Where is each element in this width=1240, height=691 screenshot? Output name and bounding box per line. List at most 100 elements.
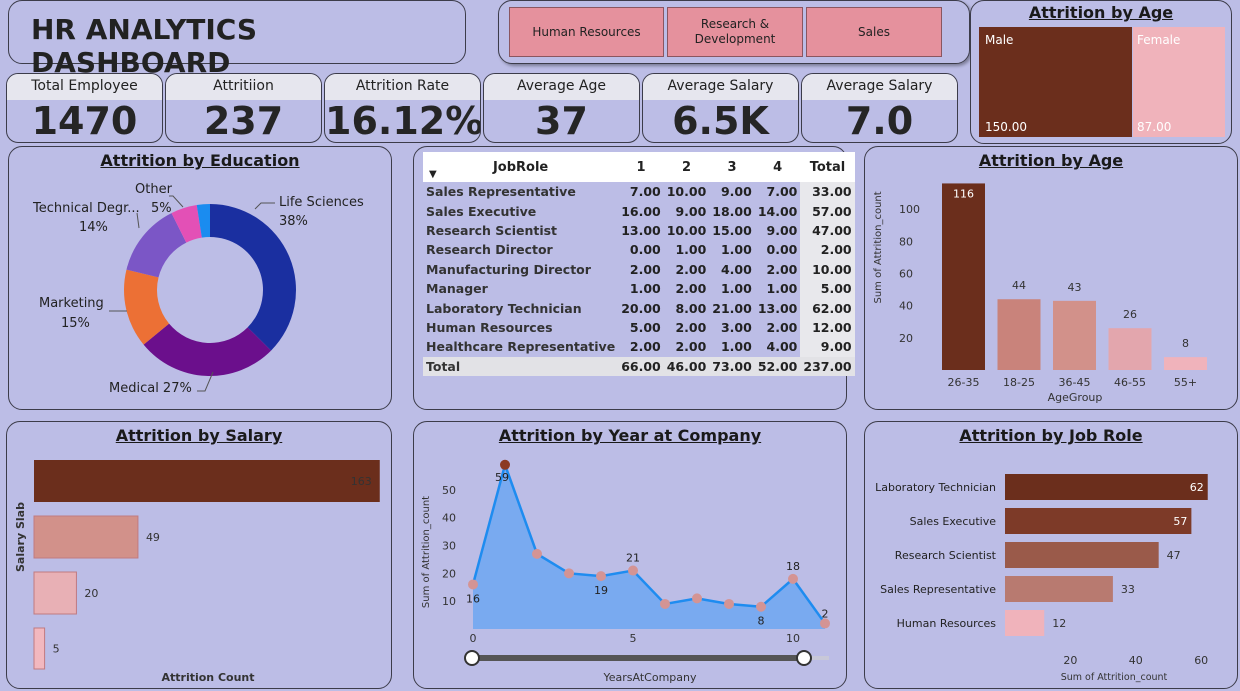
matrix-cell: 52.00: [754, 356, 801, 376]
data-point[interactable]: [500, 459, 510, 470]
matrix-cell: 7.00: [766, 184, 798, 200]
matrix-header-4[interactable]: 4: [754, 152, 801, 182]
slicer-research-development-button[interactable]: Research & Development: [667, 7, 803, 57]
point-data-label: 21: [626, 552, 640, 565]
matrix-header-3[interactable]: 3: [709, 152, 755, 182]
y-axis-label: Sum of Attrition_count: [873, 191, 884, 303]
age-bar-46-55[interactable]: [1108, 328, 1152, 370]
salary-bar[interactable]: [33, 515, 139, 559]
range-slider-fill: [472, 655, 804, 661]
x-tick-label: 26-35: [948, 376, 980, 389]
matrix-cell: 2.00: [675, 261, 707, 277]
data-point[interactable]: [532, 548, 542, 559]
y-tick-label: 30: [442, 540, 456, 553]
matrix-row[interactable]: Manager 1.00 2.00 1.00 1.00 5.00: [423, 278, 855, 299]
x-tick-label: 20: [1063, 654, 1077, 667]
bar-data-label: 8: [1182, 337, 1189, 350]
matrix-row-label: Sales Representative: [426, 184, 576, 200]
jobrole-bar[interactable]: [1005, 474, 1208, 500]
x-tick-label: 10: [786, 632, 800, 645]
matrix-cell: 10.00: [666, 184, 707, 200]
matrix-cell: 21.00: [712, 300, 752, 316]
matrix-total-row[interactable]: Total 66.00 46.00 73.00 52.00 237.00: [423, 356, 855, 376]
data-point[interactable]: [596, 571, 606, 582]
matrix-row[interactable]: Research Director 0.00 1.00 1.00 0.00 2.00: [423, 240, 855, 260]
matrix-cell: 8.00: [675, 300, 707, 316]
matrix-cell: 46.00: [663, 356, 710, 376]
bar-data-label: 49: [146, 531, 160, 544]
salary-bar[interactable]: [34, 460, 380, 502]
data-point[interactable]: [788, 573, 798, 584]
bar-data-label: 57: [1173, 515, 1187, 528]
treemap-female-cell[interactable]: Female 87.00: [1133, 27, 1225, 137]
matrix-header-1[interactable]: 1: [618, 152, 664, 182]
data-point[interactable]: [660, 598, 670, 609]
y-tick-label: 40: [442, 512, 456, 525]
kpi-value: 237: [203, 99, 284, 143]
point-data-label: 2: [822, 607, 829, 620]
gender-attrition-title: Attrition by Age: [1028, 3, 1174, 22]
matrix-cell: 16.00: [621, 203, 661, 219]
kpi-label: Average Age: [484, 74, 639, 100]
age-attrition-panel: Attrition by Age Sum of Attrition_count 2…: [864, 146, 1238, 410]
age-bar-chart: Sum of Attrition_count 20 40 60 80 100 116 26-3…: [873, 183, 1207, 404]
slicer-sales-button[interactable]: Sales: [806, 7, 942, 57]
matrix-row[interactable]: Manufacturing Director 2.00 2.00 4.00 2.00 10…: [423, 259, 855, 279]
sort-down-icon[interactable]: ▼: [429, 169, 437, 180]
matrix-row[interactable]: Sales Executive 16.00 9.00 18.00 14.00 57.00: [423, 201, 855, 221]
kpi-value: 6.5K: [672, 99, 769, 143]
bar-data-label: 44: [1012, 279, 1026, 292]
y-tick-label: 100: [899, 203, 920, 216]
matrix-row-label: Sales Executive: [426, 203, 537, 219]
matrix-cell: 1.00: [720, 281, 752, 297]
matrix-cell: 15.00: [712, 222, 752, 238]
salary-bar[interactable]: [33, 571, 77, 615]
matrix-header-jobrole[interactable]: JobRole ▼: [423, 152, 619, 182]
kpi-value: 16.12%: [325, 99, 481, 143]
data-point[interactable]: [468, 579, 478, 590]
age-bar-36-45[interactable]: [1053, 300, 1096, 370]
kpi-attrition-card: Attritiion 237: [165, 73, 322, 143]
salary-bar[interactable]: [33, 627, 46, 670]
matrix-row[interactable]: Research Scientist 13.00 10.00 15.00 9.00 47.…: [423, 220, 855, 241]
y-tick-label: 20: [899, 332, 913, 345]
jobrole-bar[interactable]: [1005, 542, 1159, 568]
matrix-row[interactable]: Sales Representative 7.00 10.00 9.00 7.00 33.…: [423, 182, 855, 202]
jobrole-bar[interactable]: [1005, 610, 1045, 636]
age-bar-18-25[interactable]: [997, 299, 1041, 370]
donut-label: Life Sciences: [279, 195, 364, 210]
matrix-cell: 2.00: [766, 319, 798, 335]
matrix-cell: 9.00: [766, 222, 798, 238]
treemap-male-cell[interactable]: Male 150.00: [979, 27, 1132, 137]
data-point[interactable]: [628, 565, 638, 576]
x-tick-label: 55+: [1174, 376, 1197, 389]
range-slider-start-handle[interactable]: [464, 650, 480, 666]
data-point[interactable]: [756, 601, 766, 612]
y-axis-label: Salary Slab: [14, 502, 27, 572]
matrix-cell: 18.00: [712, 203, 752, 219]
jobrole-bar[interactable]: [1005, 576, 1113, 602]
matrix-cell: 10.00: [666, 222, 707, 238]
matrix-cell: 2.00: [629, 261, 661, 277]
salary-attrition-panel: Attrition by Salary 163 49 20 5 Salary Slab A…: [6, 421, 392, 689]
matrix-row[interactable]: Laboratory Technician 20.00 8.00 21.00 13.00…: [423, 298, 855, 318]
slicer-human-resources-button[interactable]: Human Resources: [509, 7, 664, 57]
matrix-cell: 1.00: [675, 242, 707, 258]
data-point[interactable]: [724, 598, 734, 609]
matrix-row[interactable]: Healthcare Representative 2.00 2.00 1.00 4.0…: [423, 337, 855, 357]
matrix-cell: 73.00: [709, 356, 755, 376]
matrix-header-total[interactable]: Total: [800, 152, 855, 182]
matrix-row-label: Manufacturing Director: [426, 261, 591, 277]
age-bar-26-35[interactable]: [942, 183, 985, 370]
x-axis-label: Attrition Count: [161, 671, 254, 684]
y-tick-label: 50: [442, 484, 456, 497]
matrix-row-total: 12.00: [800, 317, 855, 338]
age-bar-55+[interactable]: [1164, 357, 1207, 370]
data-point[interactable]: [692, 593, 702, 604]
range-slider-end-handle[interactable]: [796, 650, 812, 666]
matrix-header-2[interactable]: 2: [663, 152, 710, 182]
data-point[interactable]: [564, 568, 574, 579]
jobrole-bar[interactable]: [1005, 508, 1192, 534]
matrix-row[interactable]: Human Resources 5.00 2.00 3.00 2.00 12.00: [423, 317, 855, 338]
bar-data-label: 33: [1121, 583, 1135, 596]
